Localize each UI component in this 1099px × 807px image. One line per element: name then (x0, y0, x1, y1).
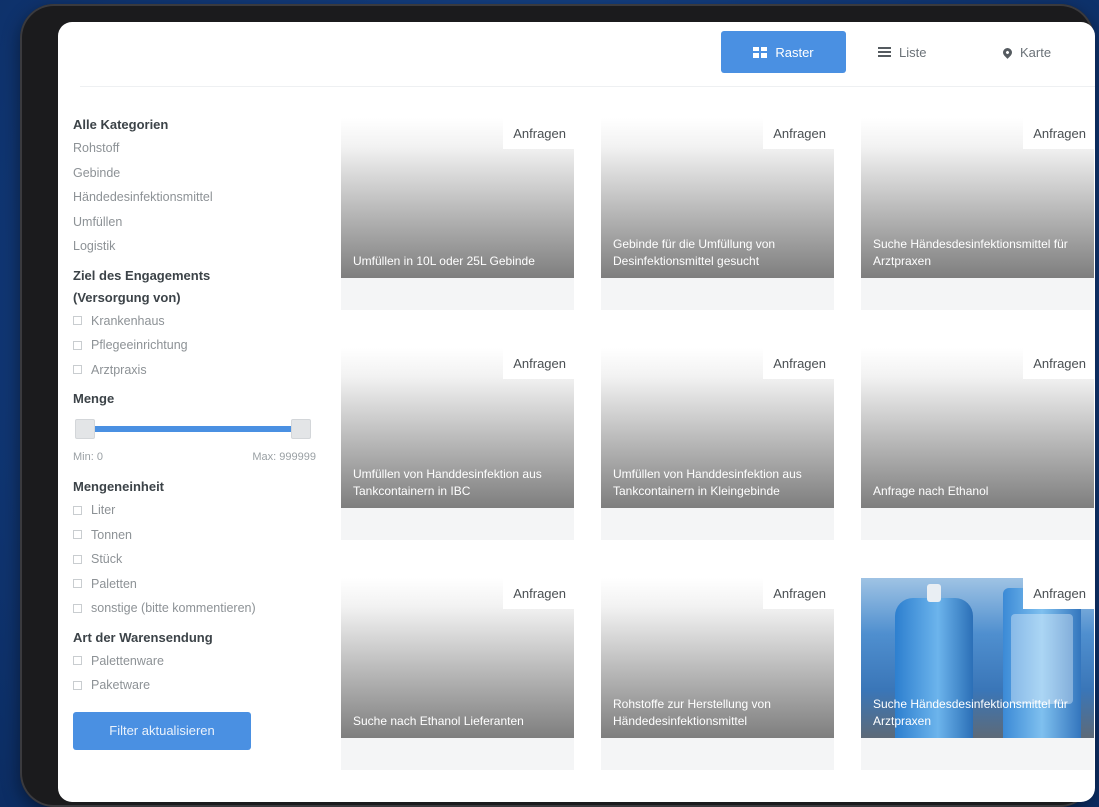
request-card[interactable]: Anfragen Suche Händesdesinfektionsmittel… (861, 578, 1094, 770)
request-button[interactable]: Anfragen (503, 118, 574, 149)
card-title[interactable]: Rohstoffe zur Herstellung von Händedesin… (613, 678, 824, 738)
checkbox-sonstige[interactable]: sonstige (bitte kommentieren) (73, 596, 318, 621)
request-card[interactable]: Anfragen Suche Händesdesinfektionsmittel… (861, 118, 1094, 310)
card-title[interactable]: Umfüllen in 10L oder 25L Gebinde (353, 218, 564, 278)
grid-icon (753, 46, 768, 58)
checkbox-box[interactable] (73, 579, 82, 589)
card-title[interactable]: Suche Händesdesinfektionsmittel für Arzt… (873, 678, 1084, 738)
view-map-label: Karte (1020, 44, 1052, 60)
checkbox-pflegeeinrichtung[interactable]: Pflegeeinrichtung (73, 333, 318, 358)
checkbox-arztpraxis[interactable]: Arztpraxis (73, 358, 318, 383)
menge-range-labels: Min: 0 Max: 999999 (73, 446, 316, 468)
checkbox-paletten[interactable]: Paletten (73, 572, 318, 597)
menge-range-slider[interactable] (73, 412, 318, 446)
checkbox-label: Pflegeeinrichtung (91, 338, 188, 352)
request-button[interactable]: Anfragen (503, 348, 574, 379)
checkbox-box[interactable] (73, 505, 82, 515)
app-screen: Raster Liste Karte Alle Kategorien Rohst… (58, 22, 1095, 802)
category-link-logistik[interactable]: Logistik (73, 234, 318, 259)
checkbox-box[interactable] (73, 554, 82, 564)
request-card[interactable]: Anfragen Umfüllen in 10L oder 25L Gebind… (341, 118, 574, 310)
request-card[interactable]: Anfragen Rohstoffe zur Herstellung von H… (601, 578, 834, 770)
request-card[interactable]: Anfragen Umfüllen von Handdesinfektion a… (601, 348, 834, 540)
map-pin-icon (1001, 45, 1014, 59)
checkbox-box[interactable] (73, 530, 82, 540)
update-filter-button[interactable]: Filter aktualisieren (73, 711, 251, 750)
request-button[interactable]: Anfragen (1023, 348, 1094, 379)
request-button[interactable]: Anfragen (503, 578, 574, 609)
view-raster-label: Raster (775, 44, 814, 60)
view-list-button[interactable]: Liste (878, 31, 958, 73)
checkbox-palettenware[interactable]: Palettenware (73, 649, 318, 674)
request-card[interactable]: Anfragen Gebinde für die Umfüllung von D… (601, 118, 834, 310)
menge-max-label: Max: 999999 (252, 451, 316, 463)
request-button[interactable]: Anfragen (763, 348, 834, 379)
slider-track (83, 426, 304, 432)
category-link-gebinde[interactable]: Gebinde (73, 161, 318, 186)
card-title[interactable]: Gebinde für die Umfüllung von Desinfekti… (613, 218, 824, 278)
checkbox-label: Krankenhaus (91, 313, 165, 328)
checkbox-box[interactable] (73, 680, 82, 690)
request-button[interactable]: Anfragen (1023, 578, 1094, 609)
checkbox-box[interactable] (73, 365, 82, 375)
request-card[interactable]: Anfragen Anfrage nach Ethanol (861, 348, 1094, 540)
category-link-haendedesinfektionsmittel[interactable]: Händedesinfektionsmittel (73, 185, 318, 210)
list-icon (878, 47, 891, 57)
checkbox-stueck[interactable]: Stück (73, 547, 318, 572)
checkbox-liter[interactable]: Liter (73, 498, 318, 523)
device-frame: Raster Liste Karte Alle Kategorien Rohst… (20, 4, 1095, 807)
engagement-subheading: (Versorgung von) (73, 289, 181, 305)
request-card[interactable]: Anfragen Umfüllen von Handdesinfektion a… (341, 348, 574, 540)
card-title[interactable]: Suche Händesdesinfektionsmittel für Arzt… (873, 218, 1084, 278)
card-title[interactable]: Anfrage nach Ethanol (873, 448, 1084, 508)
slider-max-handle[interactable] (291, 419, 311, 439)
view-raster-button[interactable]: Raster (721, 31, 846, 73)
category-link-rohstoff[interactable]: Rohstoff (73, 136, 318, 161)
menge-heading: Menge (73, 391, 115, 406)
checkbox-label: Paletten (91, 576, 137, 591)
checkbox-label: sonstige (bitte kommentieren) (91, 601, 256, 615)
view-switcher: Raster Liste Karte (58, 22, 1095, 104)
checkbox-box[interactable] (73, 316, 82, 326)
request-card[interactable]: Anfragen Suche nach Ethanol Lieferanten (341, 578, 574, 770)
card-title[interactable]: Umfüllen von Handdesinfektion aus Tankco… (353, 448, 564, 508)
category-link-umfuellen[interactable]: Umfüllen (73, 210, 318, 235)
checkbox-label: Arztpraxis (91, 362, 147, 377)
view-list-label: Liste (899, 44, 927, 60)
card-title[interactable]: Umfüllen von Handdesinfektion aus Tankco… (613, 448, 824, 508)
view-map-button[interactable]: Karte (1001, 31, 1083, 73)
header-divider (80, 86, 1095, 87)
checkbox-box[interactable] (73, 340, 82, 350)
checkbox-paketware[interactable]: Paketware (73, 673, 318, 698)
menge-min-label: Min: 0 (73, 451, 103, 463)
categories-heading[interactable]: Alle Kategorien (73, 114, 318, 136)
request-button[interactable]: Anfragen (1023, 118, 1094, 149)
checkbox-krankenhaus[interactable]: Krankenhaus (73, 309, 318, 334)
checkbox-box[interactable] (73, 656, 82, 666)
engagement-heading: Ziel des Engagements (73, 267, 211, 283)
request-button[interactable]: Anfragen (763, 118, 834, 149)
checkbox-label: Paketware (91, 678, 151, 692)
warensendung-heading: Art der Warensendung (73, 629, 213, 645)
slider-min-handle[interactable] (75, 419, 95, 439)
checkbox-label: Liter (91, 503, 116, 517)
checkbox-tonnen[interactable]: Tonnen (73, 523, 318, 548)
request-button[interactable]: Anfragen (763, 578, 834, 609)
filter-sidebar: Alle Kategorien Rohstoff Gebinde Händede… (73, 114, 318, 750)
checkbox-label: Palettenware (91, 653, 164, 668)
checkbox-label: Stück (91, 552, 123, 566)
card-title[interactable]: Suche nach Ethanol Lieferanten (353, 678, 564, 738)
checkbox-box[interactable] (73, 603, 82, 613)
checkbox-label: Tonnen (91, 527, 133, 542)
mengeneinheit-heading: Mengeneinheit (73, 479, 165, 494)
